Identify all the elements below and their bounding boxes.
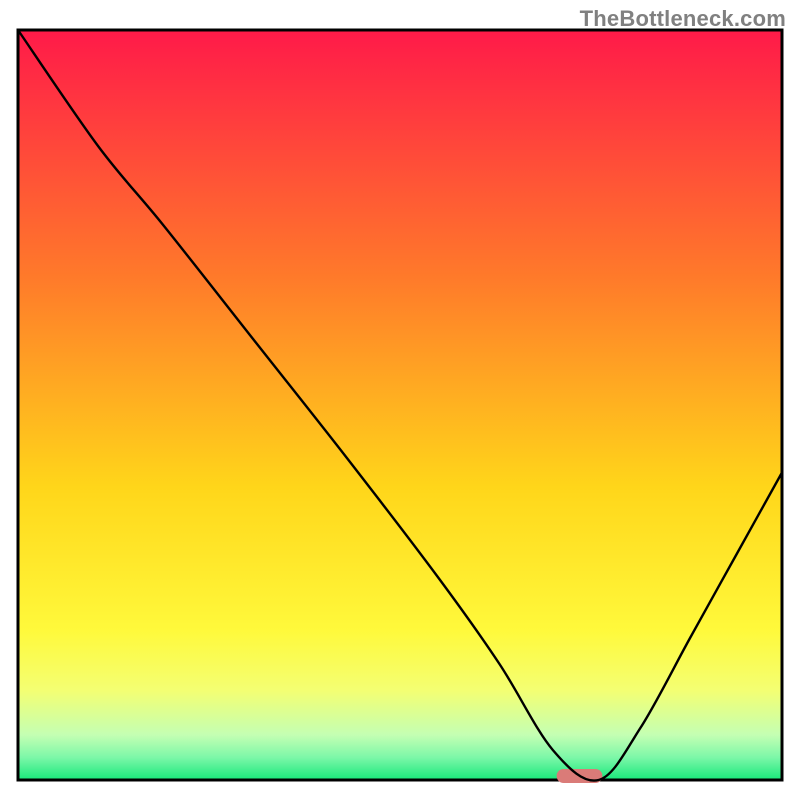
plot-gradient-bg: [18, 30, 782, 780]
chart-frame: TheBottleneck.com: [0, 0, 800, 800]
bottleneck-chart: [0, 0, 800, 800]
watermark-text: TheBottleneck.com: [580, 6, 786, 32]
